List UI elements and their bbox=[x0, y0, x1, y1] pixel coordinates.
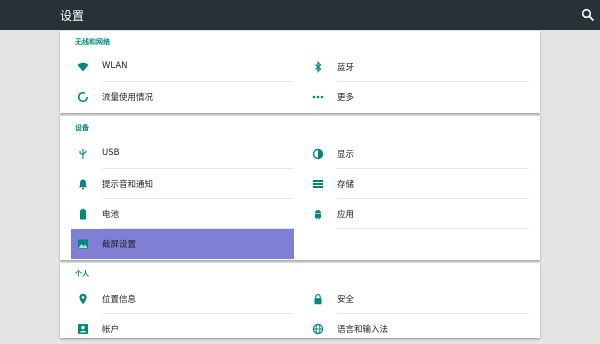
setting-label: 应用 bbox=[337, 210, 355, 220]
page-title: 设置 bbox=[60, 9, 85, 23]
wifi-icon bbox=[77, 62, 89, 72]
setting-item-bluetooth[interactable]: 蓝牙 bbox=[306, 52, 529, 82]
setting-label: 更多 bbox=[337, 93, 355, 103]
storage-icon bbox=[313, 180, 323, 188]
setting-item-wlan[interactable]: WLAN bbox=[71, 52, 294, 82]
setting-label: 存储 bbox=[337, 180, 355, 190]
section-title-device: 设备 bbox=[75, 124, 89, 132]
app-bar: 设置 bbox=[0, 0, 600, 30]
setting-label: 帐户 bbox=[102, 325, 120, 335]
setting-item-sound[interactable]: 提示音和通知 bbox=[71, 169, 294, 199]
setting-label: 显示 bbox=[337, 150, 355, 160]
location-icon bbox=[79, 293, 87, 305]
usb-icon bbox=[79, 149, 87, 159]
setting-item-display[interactable]: 显示 bbox=[306, 139, 529, 169]
setting-label: 位置信息 bbox=[102, 295, 137, 305]
setting-label: 安全 bbox=[337, 295, 355, 305]
setting-item-usb[interactable]: USB bbox=[71, 139, 294, 169]
image-icon bbox=[78, 239, 88, 249]
setting-item-data-usage[interactable]: 流量使用情况 bbox=[71, 82, 294, 112]
account-icon bbox=[78, 324, 88, 334]
android-icon bbox=[315, 210, 321, 220]
section-title-wireless: 无线和网络 bbox=[75, 38, 110, 46]
battery-icon bbox=[80, 208, 86, 220]
setting-label: WLAN bbox=[102, 61, 128, 71]
display-icon bbox=[312, 148, 324, 160]
more-icon bbox=[312, 95, 324, 99]
data-usage-icon bbox=[77, 91, 89, 103]
lock-icon bbox=[314, 294, 322, 305]
setting-label: 语言和输入法 bbox=[337, 325, 389, 335]
setting-item-language[interactable]: 语言和输入法 bbox=[306, 314, 529, 344]
section-personal: 个人 位置信息 安全 帐户 语言和输入法 bbox=[60, 263, 540, 338]
setting-label: 电池 bbox=[102, 210, 120, 220]
search-icon[interactable] bbox=[581, 8, 595, 22]
bell-icon bbox=[78, 179, 88, 190]
setting-item-accounts[interactable]: 帐户 bbox=[71, 314, 294, 344]
setting-item-location[interactable]: 位置信息 bbox=[71, 284, 294, 314]
globe-icon bbox=[312, 323, 324, 335]
section-title-personal: 个人 bbox=[75, 270, 89, 278]
setting-label: 蓝牙 bbox=[337, 63, 355, 73]
setting-label: 流量使用情况 bbox=[102, 93, 154, 103]
setting-item-battery[interactable]: 电池 bbox=[71, 199, 294, 229]
section-wireless: 无线和网络 WLAN 蓝牙 流量使用情况 更多 bbox=[60, 31, 540, 113]
setting-label: 提示音和通知 bbox=[102, 180, 154, 190]
setting-label: 截屏设置 bbox=[102, 240, 137, 250]
divider bbox=[337, 228, 529, 229]
bluetooth-icon bbox=[315, 61, 322, 73]
section-device: 设备 USB 显示 提示音和通知 存储 电池 应用 截屏设置 bbox=[60, 116, 540, 260]
setting-item-storage[interactable]: 存储 bbox=[306, 169, 529, 199]
setting-item-security[interactable]: 安全 bbox=[306, 284, 529, 314]
setting-item-apps[interactable]: 应用 bbox=[306, 199, 529, 229]
setting-item-screenshot[interactable]: 截屏设置 bbox=[71, 229, 294, 259]
setting-item-more[interactable]: 更多 bbox=[306, 82, 529, 112]
setting-label: USB bbox=[102, 148, 120, 158]
